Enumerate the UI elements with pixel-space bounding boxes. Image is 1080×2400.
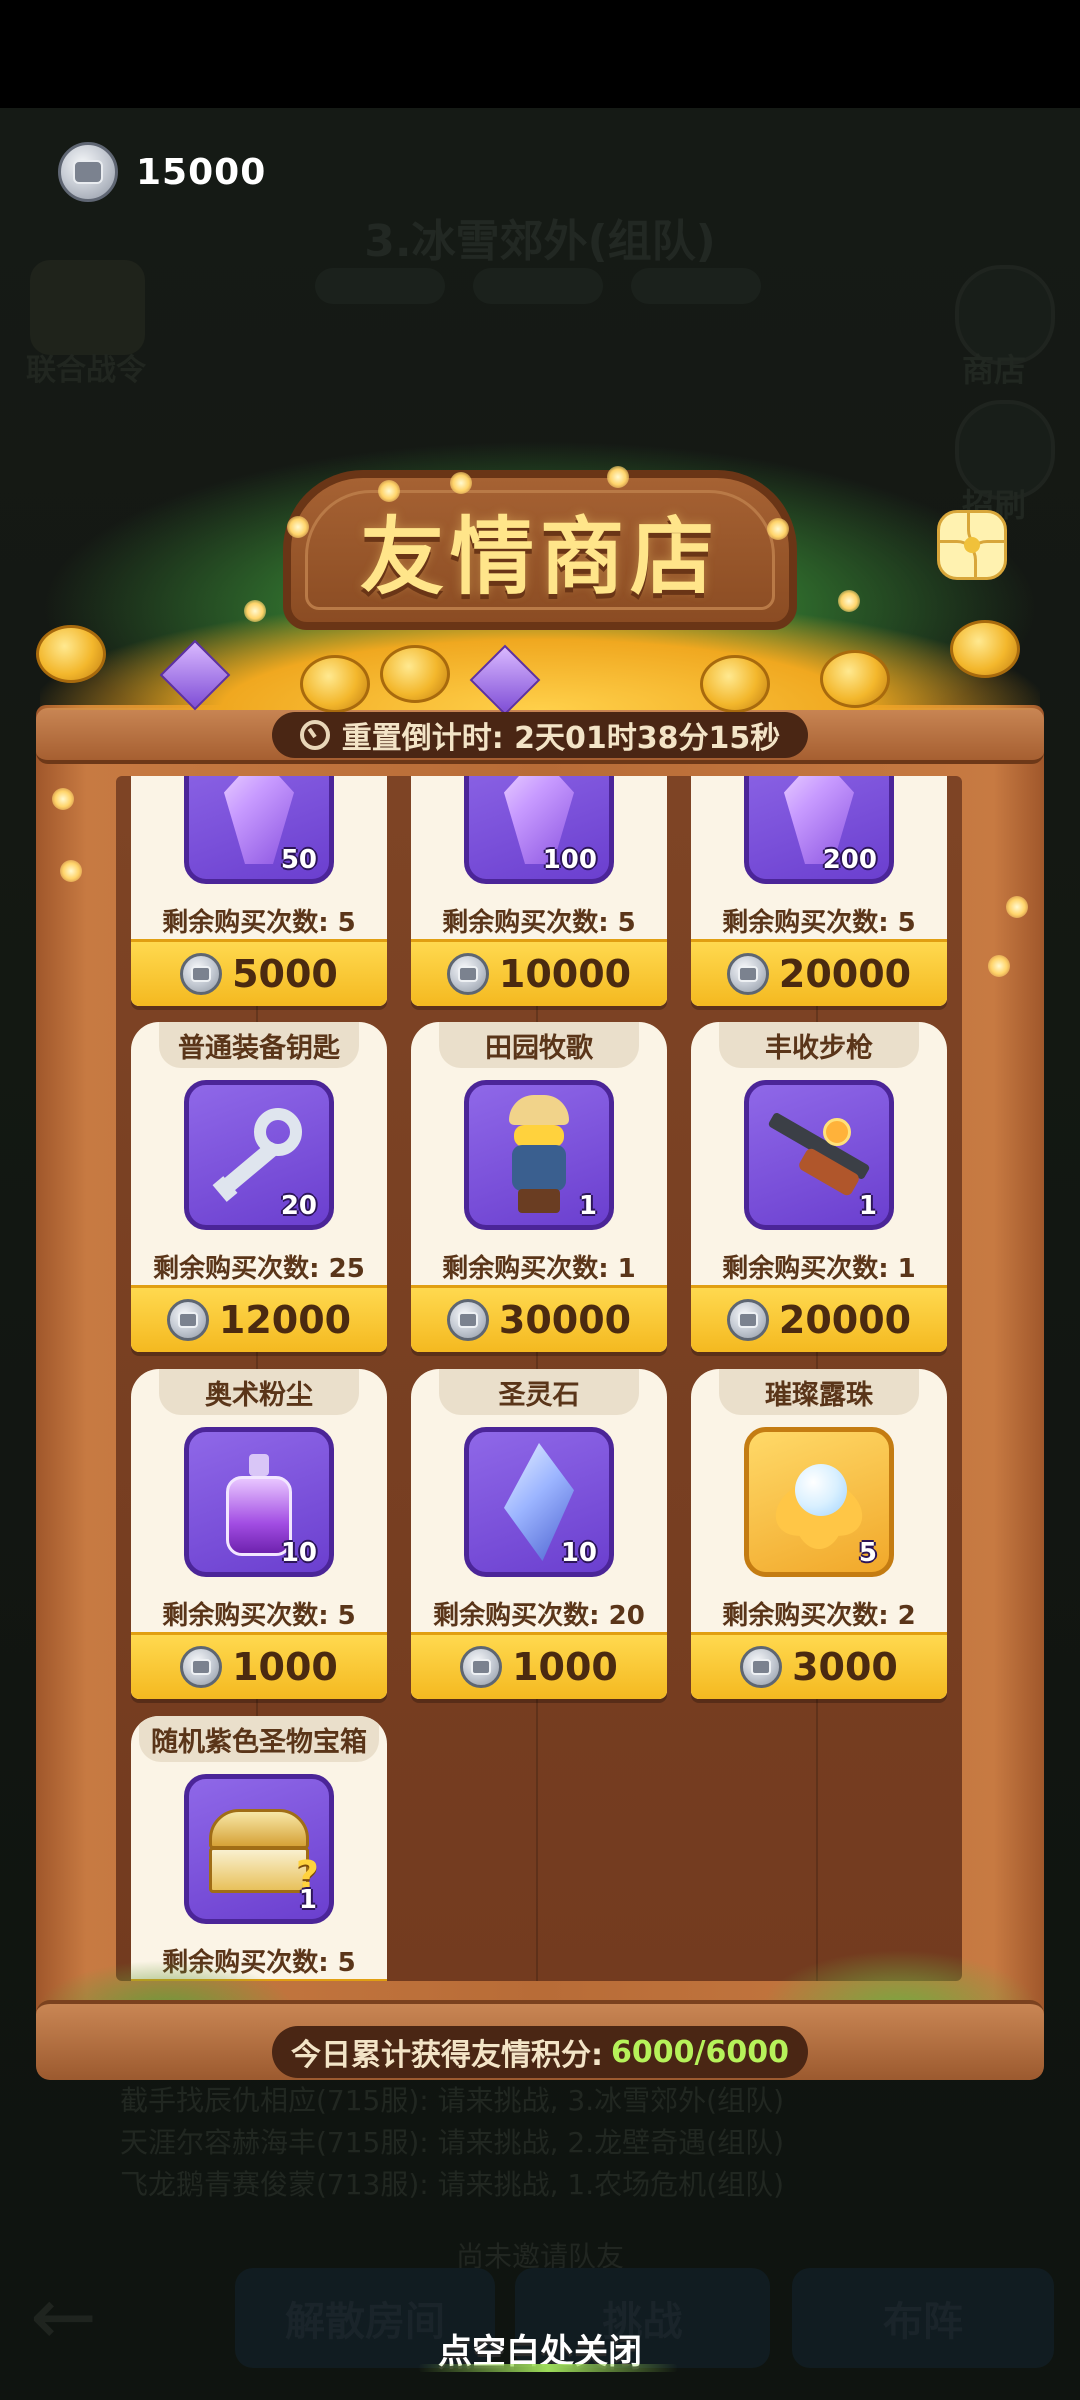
daily-points-label: 今日累计获得友情积分: — [291, 2038, 604, 2073]
item-count: 1 — [858, 1191, 877, 1221]
item-count: 10 — [560, 1538, 597, 1568]
clock-icon — [299, 720, 330, 750]
key-icon: 20 — [184, 1080, 334, 1230]
close-button[interactable] — [932, 505, 1012, 585]
remaining-purchases: 剩余购买次数: 5 — [442, 908, 636, 938]
gold-coin-icon — [380, 645, 450, 703]
item-price: 10000 — [498, 952, 632, 996]
remaining-purchases: 剩余购买次数: 1 — [722, 1254, 916, 1284]
remaining-purchases: 剩余购买次数: 2 — [722, 1601, 916, 1631]
friendship-coin-icon — [446, 1299, 489, 1341]
item-count: 200 — [822, 845, 877, 875]
remaining-purchases: 剩余购买次数: 5 — [162, 908, 356, 938]
friendship-coin-icon — [180, 953, 223, 995]
price-button[interactable]: 20000 — [691, 939, 947, 1006]
item-count: 1 — [298, 1885, 317, 1915]
remaining-purchases: 剩余购买次数: 25 — [153, 1254, 365, 1284]
shop-item-card[interactable]: 圣灵石 10 剩余购买次数: 20 1000 — [411, 1369, 667, 1699]
item-price: 30000 — [498, 1298, 632, 1342]
remaining-purchases: 剩余购买次数: 1 — [442, 1254, 636, 1284]
item-price: 3000 — [792, 1645, 898, 1689]
shop-title: 友情商店 — [359, 507, 720, 606]
item-name: 普通装备钥匙 — [178, 1032, 340, 1064]
price-button[interactable]: 20000 — [691, 1285, 947, 1352]
screen: 3.冰雪郊外(组队) 联合战令 商店 招刷 截手找辰仇相应(715服): 请来挑… — [0, 0, 1080, 2400]
item-name: 田园牧歌 — [485, 1032, 593, 1064]
currency-amount: 15000 — [136, 151, 267, 193]
item-count: 100 — [542, 845, 597, 875]
item-count: 1 — [578, 1191, 597, 1221]
item-price: 1000 — [232, 1645, 338, 1689]
friendship-coin-icon — [726, 1299, 769, 1341]
price-button[interactable]: 5000 — [131, 939, 387, 1006]
shop-item-card[interactable]: 璀璨露珠 5 剩余购买次数: 2 3000 — [691, 1369, 947, 1699]
item-price: 20000 — [778, 952, 912, 996]
price-button[interactable]: 10000 — [411, 939, 667, 1006]
shop-item-card[interactable]: 50 剩余购买次数: 5 5000 — [131, 776, 387, 1006]
flower-close-icon — [964, 537, 980, 553]
item-name: 随机紫色圣物宝箱 — [151, 1726, 367, 1758]
item-count: 10 — [280, 1538, 317, 1568]
shop-item-card[interactable]: 随机紫色圣物宝箱 ?1 剩余购买次数: 5 7500 — [131, 1716, 387, 1981]
friendship-coin-icon — [460, 1646, 503, 1688]
vine-decoration — [418, 2364, 678, 2372]
item-count: 5 — [858, 1538, 877, 1568]
gold-coin-icon — [700, 655, 770, 713]
spirit-stone-icon: 10 — [464, 1427, 614, 1577]
price-button[interactable]: 1000 — [131, 1632, 387, 1699]
potion-icon: 10 — [184, 1427, 334, 1577]
item-count: 20 — [280, 1191, 317, 1221]
rifle-icon: 1 — [744, 1080, 894, 1230]
purple-crystal-icon: 50 — [184, 776, 334, 884]
reset-countdown-text: 重置倒计时: 2天01时38分15秒 — [341, 721, 781, 756]
item-name: 璀璨露珠 — [765, 1379, 873, 1411]
item-price: 1000 — [512, 1645, 618, 1689]
item-price: 5000 — [232, 952, 338, 996]
item-price: 12000 — [218, 1298, 352, 1342]
purple-crystal-icon: 100 — [464, 776, 614, 884]
friendship-coin-icon — [446, 953, 489, 995]
shop-title-sign: 友情商店 — [283, 470, 797, 630]
farmer-costume-icon: 1 — [464, 1080, 614, 1230]
dew-flower-icon: 5 — [744, 1427, 894, 1577]
shop-item-card[interactable]: 200 剩余购买次数: 5 20000 — [691, 776, 947, 1006]
gold-coin-icon — [300, 655, 370, 713]
price-button[interactable]: 30000 — [411, 1285, 667, 1352]
daily-points-bar: 今日累计获得友情积分: 6000/6000 — [272, 2026, 808, 2078]
treasure-chest-icon: ? 1 — [184, 1774, 334, 1924]
item-price: 20000 — [778, 1298, 912, 1342]
price-button[interactable]: 12000 — [131, 1285, 387, 1352]
remaining-purchases: 剩余购买次数: 20 — [433, 1601, 645, 1631]
gold-coin-icon — [820, 650, 890, 708]
item-name: 奥术粉尘 — [205, 1379, 313, 1411]
price-button[interactable]: 3000 — [691, 1632, 947, 1699]
friendship-coin-icon — [740, 1646, 783, 1688]
currency-display: 15000 — [58, 140, 266, 204]
item-name: 圣灵石 — [498, 1379, 580, 1411]
shop-item-card[interactable]: 100 剩余购买次数: 5 10000 — [411, 776, 667, 1006]
shop-item-grid[interactable]: 50 剩余购买次数: 5 5000 100 剩余购买次数: 5 10000 20… — [116, 776, 962, 1981]
shop-item-card[interactable]: 普通装备钥匙 20 剩余购买次数: 25 12000 — [131, 1022, 387, 1352]
status-bar — [0, 0, 1080, 108]
remaining-purchases: 剩余购买次数: 5 — [162, 1601, 356, 1631]
daily-points-value: 6000/6000 — [611, 2034, 789, 2070]
remaining-purchases: 剩余购买次数: 5 — [722, 908, 916, 938]
friendship-coin-icon — [180, 1646, 223, 1688]
price-button[interactable]: 1000 — [411, 1632, 667, 1699]
shop-item-card[interactable]: 奥术粉尘 10 剩余购买次数: 5 1000 — [131, 1369, 387, 1699]
item-count: 50 — [280, 845, 317, 875]
purple-crystal-icon: 200 — [744, 776, 894, 884]
item-name: 丰收步枪 — [765, 1032, 873, 1064]
shop-item-card[interactable]: 田园牧歌 1 剩余购买次数: 1 30000 — [411, 1022, 667, 1352]
friendship-coin-icon — [58, 142, 118, 202]
shop-item-card[interactable]: 丰收步枪 1 剩余购买次数: 1 20000 — [691, 1022, 947, 1352]
reset-countdown: 重置倒计时: 2天01时38分15秒 — [272, 712, 808, 758]
gold-coin-icon — [950, 620, 1020, 678]
gold-coin-icon — [36, 625, 106, 683]
friendship-coin-icon — [166, 1299, 209, 1341]
friendship-coin-icon — [726, 953, 769, 995]
